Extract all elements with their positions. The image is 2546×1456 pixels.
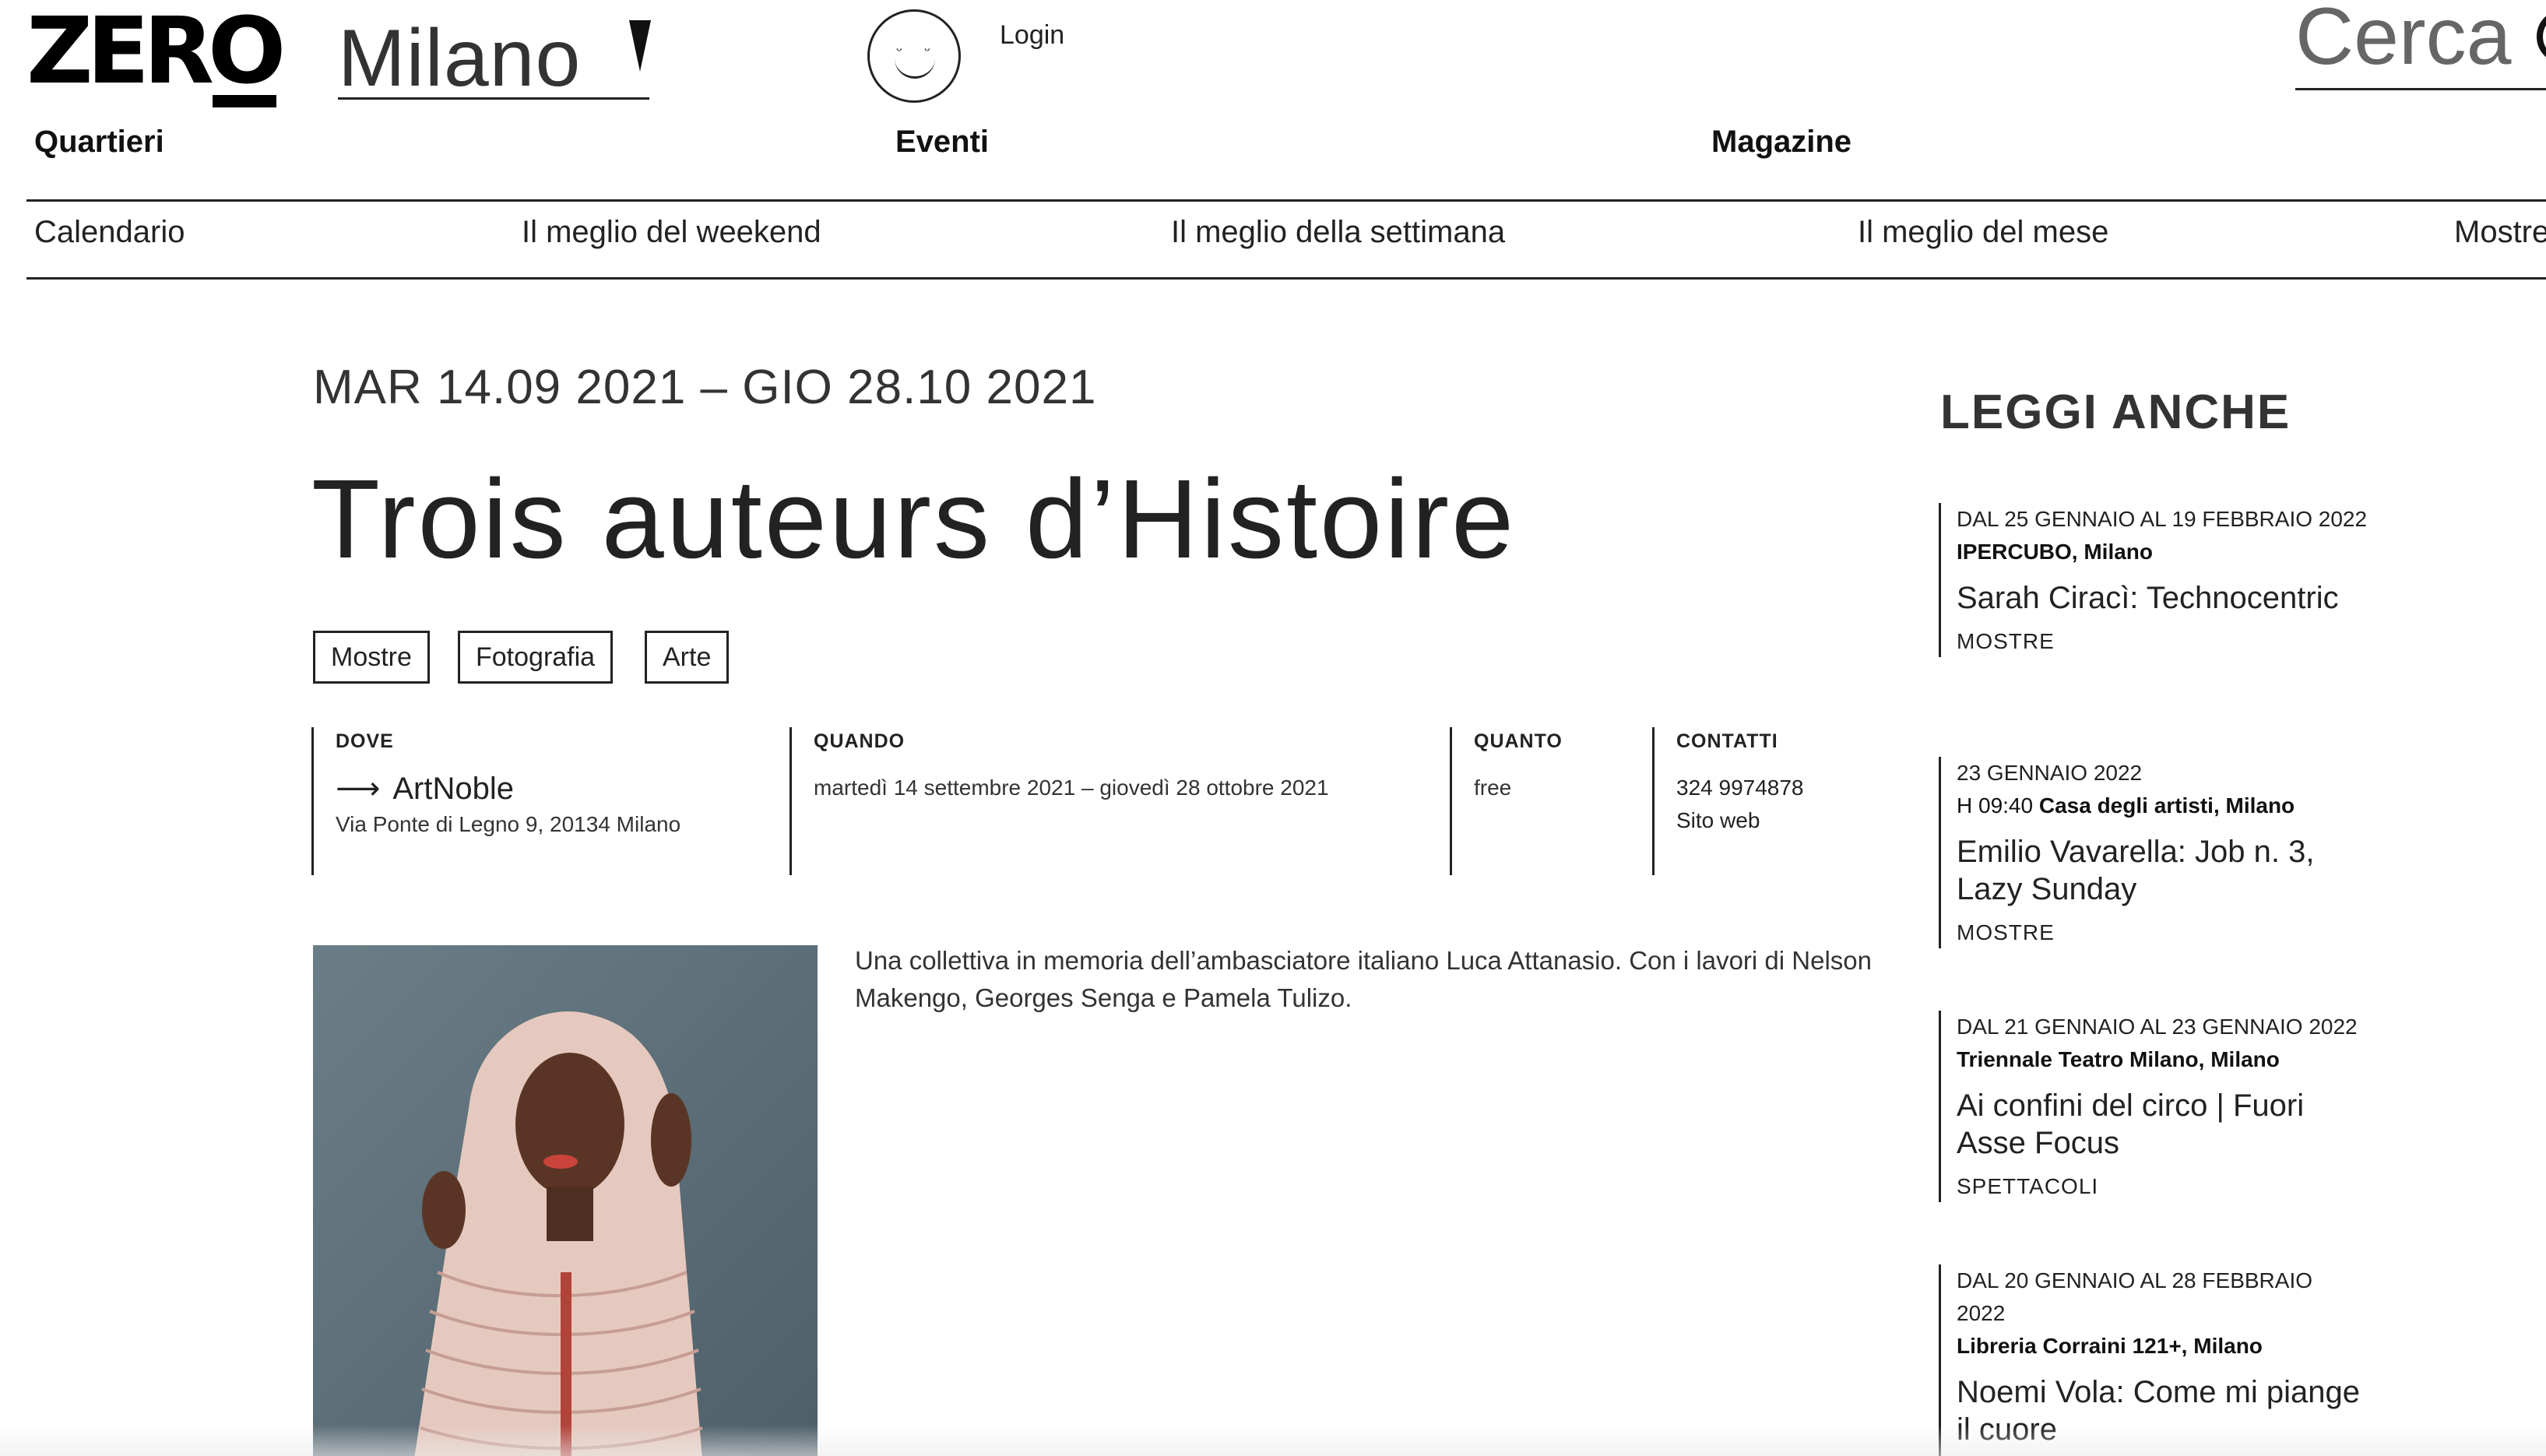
nav-quartieri[interactable]: Quartieri [34, 125, 164, 160]
event-description: Una collettiva in memoria dell’ambasciat… [855, 946, 1872, 1012]
event-photo [313, 945, 818, 1456]
card-category[interactable]: MOSTRE [1957, 917, 2375, 948]
subnav-divider [26, 277, 2546, 280]
nav-magazine[interactable]: Magazine [1711, 125, 1851, 160]
caret-down-icon [629, 20, 651, 72]
card-place: IPERCUBO, Milano [1957, 540, 2154, 564]
zero-logo[interactable]: ZERO [26, 5, 286, 107]
phone-link[interactable]: 324 9974878 [1676, 772, 1901, 804]
login-link[interactable]: Login [1000, 20, 1064, 51]
event-date-range: MAR 14.09 2021 – GIO 28.10 2021 [313, 360, 1097, 414]
page: ZERO Milano ᵕ ᵕ Login Quartieri Eventi M… [0, 0, 2546, 1456]
nav-eventi[interactable]: Eventi [895, 125, 989, 160]
quanto-heading: QUANTO [1474, 730, 1563, 752]
website-link[interactable]: Sito web [1676, 804, 1901, 837]
card-date: DAL 20 GENNAIO AL 28 FEBBRAIO 2022 [1957, 1268, 2312, 1325]
card-date: DAL 25 GENNAIO AL 19 FEBBRAIO 2022 [1957, 507, 2368, 531]
venue-link[interactable]: ⟶ ArtNoble [336, 770, 786, 807]
card-place: Libreria Corraini 121+, Milano [1957, 1334, 2263, 1358]
card-time: H 09:40 [1957, 793, 2034, 818]
search-input[interactable] [2295, 0, 2546, 79]
event-photo-image [313, 945, 818, 1456]
main-nav: Quartieri Eventi Magazine [34, 125, 2546, 171]
card-place-name: Casa degli artisti, Milano [2038, 793, 2295, 818]
related-card[interactable]: 23 GENNAIO 2022 H 09:40 Casa degli artis… [1939, 757, 2375, 948]
card-place: H 09:40 Casa degli artisti, Milano [1957, 790, 2375, 822]
nav-divider [26, 199, 2546, 202]
city-label: Milano [338, 13, 582, 104]
quanto-value: free [1474, 775, 1512, 800]
subnav-settimana[interactable]: Il meglio della settimana [1171, 215, 1505, 250]
sidebar-title: LEGGI ANCHE [1940, 385, 2291, 439]
bottom-fade [0, 1425, 2546, 1456]
subnav-weekend[interactable]: Il meglio del weekend [522, 215, 821, 250]
search-box [2295, 0, 2546, 90]
sub-nav: Calendario Il meglio del weekend Il megl… [34, 215, 2546, 262]
subnav-mese[interactable]: Il meglio del mese [1858, 215, 2108, 250]
tag-mostre[interactable]: Mostre [313, 631, 430, 684]
smiley-user-icon[interactable]: ᵕ ᵕ [867, 9, 961, 103]
related-card[interactable]: DAL 21 GENNAIO AL 23 GENNAIO 2022 Trienn… [1939, 1011, 2375, 1202]
card-title[interactable]: Ai confini del circo | Fuori Asse Focus [1957, 1087, 2375, 1162]
smiley-mouth [895, 47, 935, 79]
venue-address: Via Ponte di Legno 9, 20134 Milano [336, 812, 681, 836]
card-category[interactable]: MOSTRE [1957, 626, 2375, 657]
quando-value: martedì 14 settembre 2021 – giovedì 28 o… [814, 775, 1329, 800]
info-quando: QUANDO martedì 14 settembre 2021 – giove… [789, 727, 1451, 875]
info-dove: DOVE ⟶ ArtNoble Via Ponte di Legno 9, 201… [311, 727, 786, 875]
card-title[interactable]: Emilio Vavarella: Job n. 3, Lazy Sunday [1957, 833, 2375, 908]
city-selector[interactable]: Milano [338, 8, 651, 104]
arrow-right-icon: ⟶ [336, 771, 381, 807]
venue-name: ArtNoble [392, 772, 514, 806]
subnav-calendario[interactable]: Calendario [34, 215, 185, 250]
related-card[interactable]: DAL 25 GENNAIO AL 19 FEBBRAIO 2022 IPERC… [1939, 503, 2375, 657]
card-category[interactable]: SPETTACOLI [1957, 1171, 2375, 1202]
subnav-mostre[interactable]: Mostre [2454, 215, 2546, 250]
card-title[interactable]: Sarah Ciracì: Technocentric [1957, 579, 2375, 617]
contatti-values: 324 9974878 Sito web [1676, 772, 1901, 837]
tag-arte[interactable]: Arte [645, 631, 730, 684]
card-date: DAL 21 GENNAIO AL 23 GENNAIO 2022 [1957, 1015, 2358, 1039]
info-quanto: QUANTO free [1450, 727, 1652, 875]
card-place: Triennale Teatro Milano, Milano [1957, 1047, 2280, 1071]
info-contatti: CONTATTI 324 9974878 Sito web [1652, 727, 1901, 875]
card-date: 23 GENNAIO 2022 [1957, 761, 2143, 785]
quando-heading: QUANDO [814, 730, 906, 752]
contatti-heading: CONTATTI [1676, 730, 1778, 752]
event-title: Trois auteurs d’Histoire [311, 456, 1517, 582]
tag-fotografia[interactable]: Fotografia [458, 631, 614, 684]
dove-heading: DOVE [336, 730, 394, 752]
